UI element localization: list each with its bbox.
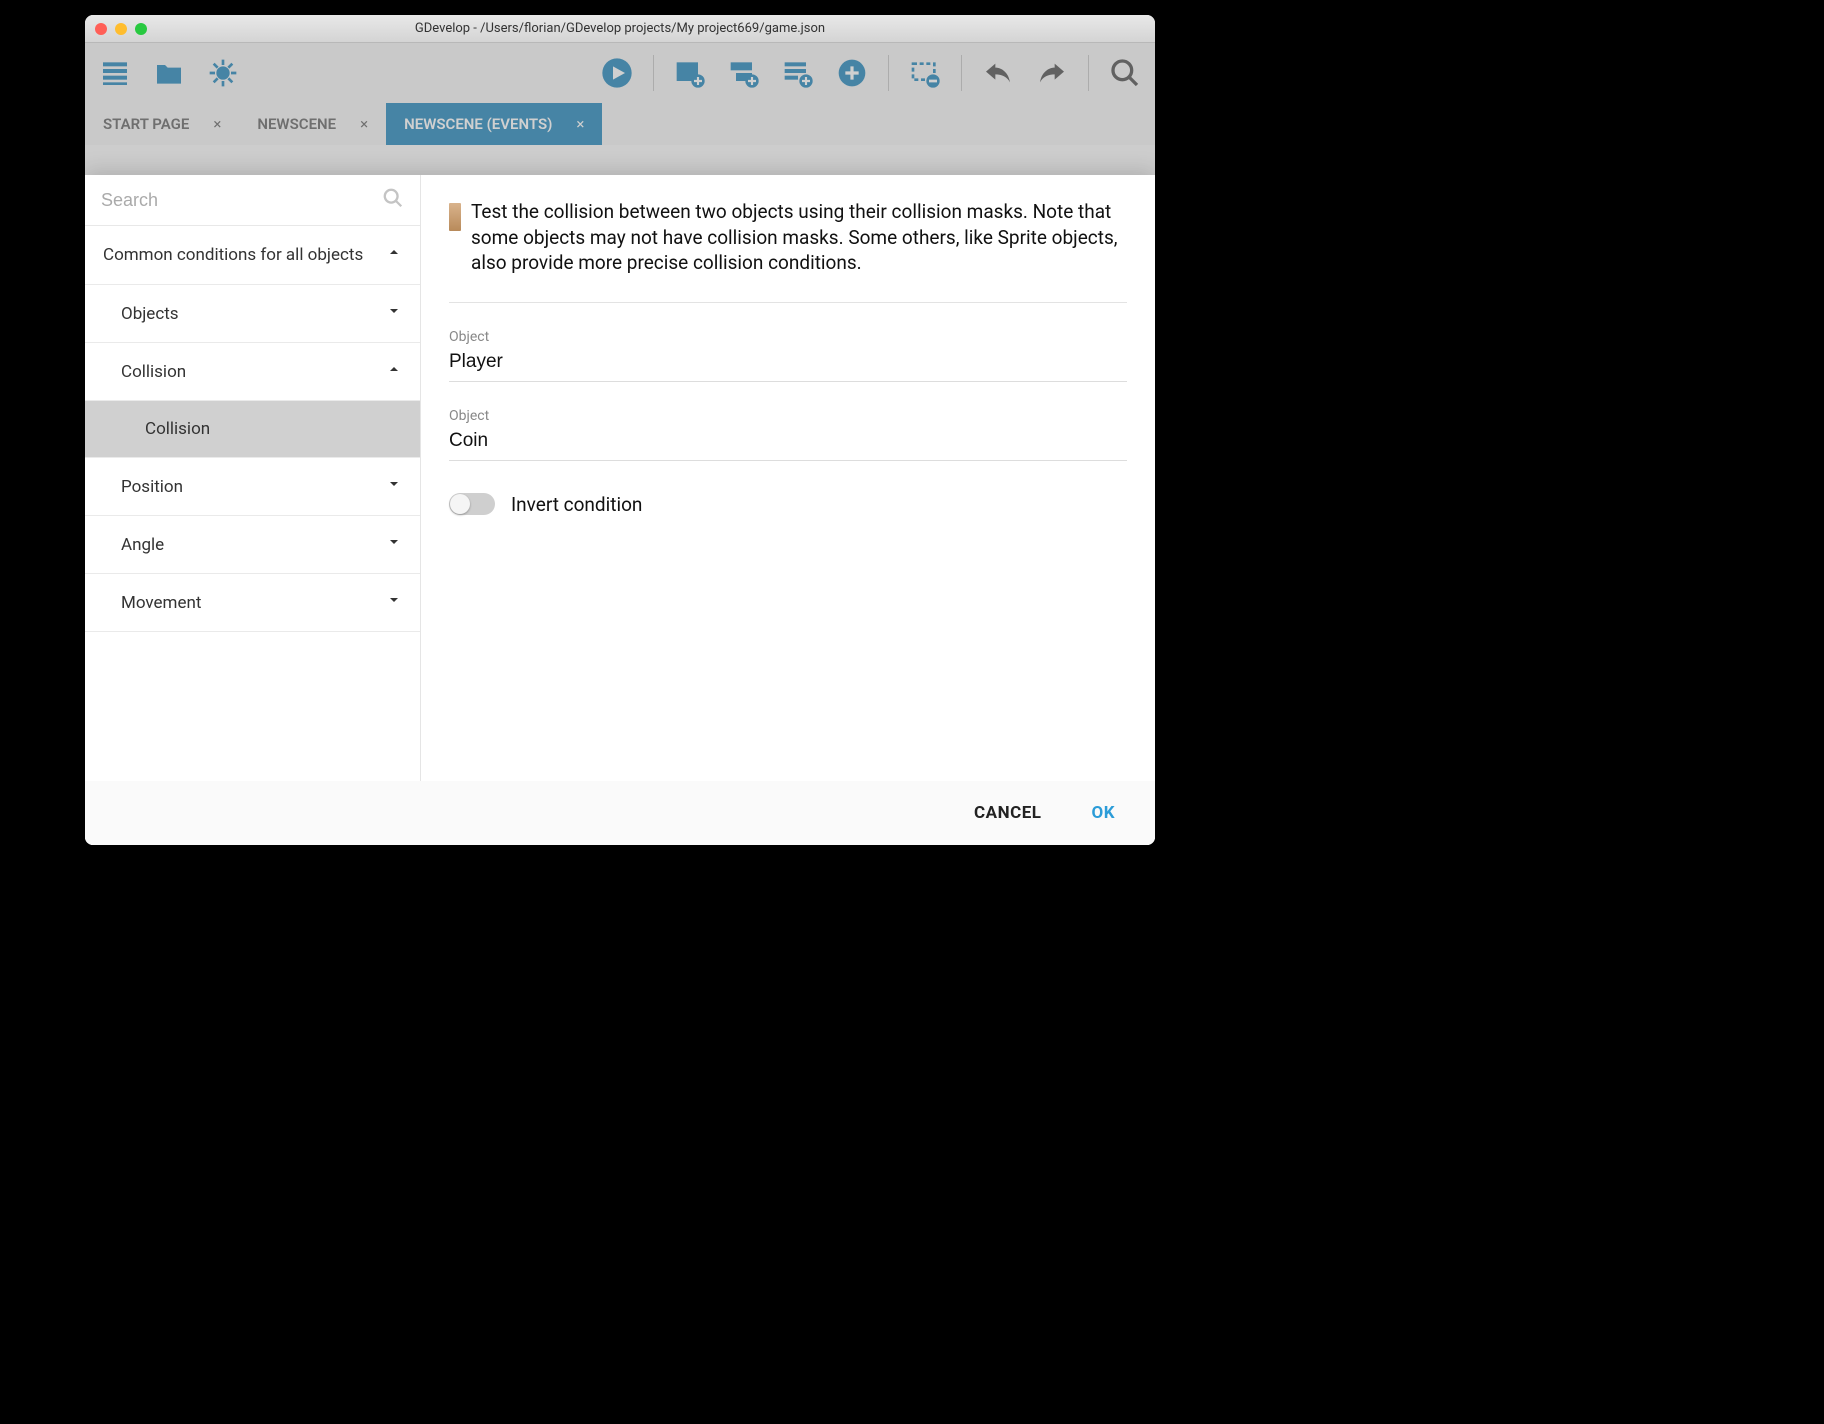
description-row: Test the collision between two objects u… xyxy=(449,199,1127,276)
condition-detail-pane: Test the collision between two objects u… xyxy=(421,175,1155,781)
invert-label: Invert condition xyxy=(511,493,642,516)
tree-item-collision-selected[interactable]: Collision xyxy=(85,401,420,458)
chevron-down-icon xyxy=(386,534,402,555)
search-wrapper xyxy=(85,175,420,226)
field-label: Object xyxy=(449,408,1127,424)
maximize-window-button[interactable] xyxy=(135,23,147,35)
object-1-input[interactable] xyxy=(449,347,1127,382)
tree-label: Common conditions for all objects xyxy=(103,245,363,266)
tree-item-angle[interactable]: Angle xyxy=(85,516,420,574)
field-object-2: Object xyxy=(449,408,1127,461)
tree-item-position[interactable]: Position xyxy=(85,458,420,516)
tree-label: Movement xyxy=(121,593,201,613)
minimize-window-button[interactable] xyxy=(115,23,127,35)
close-window-button[interactable] xyxy=(95,23,107,35)
tree-label: Objects xyxy=(121,304,179,324)
condition-icon xyxy=(449,203,461,231)
tree-item-collision[interactable]: Collision xyxy=(85,343,420,401)
condition-description: Test the collision between two objects u… xyxy=(471,199,1127,276)
dialog-footer: CANCEL OK xyxy=(85,781,1155,845)
condition-dialog: Common conditions for all objects Object… xyxy=(85,175,1155,845)
cancel-button[interactable]: CANCEL xyxy=(974,803,1041,823)
tree-group-common[interactable]: Common conditions for all objects xyxy=(85,226,420,285)
field-object-1: Object xyxy=(449,329,1127,382)
dialog-body: Common conditions for all objects Object… xyxy=(85,175,1155,781)
titlebar: GDevelop - /Users/florian/GDevelop proje… xyxy=(85,15,1155,43)
condition-tree: Common conditions for all objects Object… xyxy=(85,226,420,781)
chevron-up-icon xyxy=(386,244,402,266)
invert-toggle[interactable] xyxy=(449,493,495,515)
tree-item-movement[interactable]: Movement xyxy=(85,574,420,632)
traffic-lights xyxy=(95,23,147,35)
object-2-input[interactable] xyxy=(449,426,1127,461)
chevron-up-icon xyxy=(386,361,402,382)
divider xyxy=(449,302,1127,303)
ok-button[interactable]: OK xyxy=(1091,803,1115,823)
tree-label: Collision xyxy=(145,419,210,439)
app-window: GDevelop - /Users/florian/GDevelop proje… xyxy=(85,15,1155,845)
window-title: GDevelop - /Users/florian/GDevelop proje… xyxy=(85,21,1155,36)
condition-tree-pane: Common conditions for all objects Object… xyxy=(85,175,421,781)
tree-label: Collision xyxy=(121,362,186,382)
tree-label: Position xyxy=(121,477,183,497)
search-icon xyxy=(382,187,404,213)
search-input[interactable] xyxy=(101,190,382,211)
tree-item-objects[interactable]: Objects xyxy=(85,285,420,343)
field-label: Object xyxy=(449,329,1127,345)
tree-label: Angle xyxy=(121,535,164,555)
chevron-down-icon xyxy=(386,476,402,497)
invert-condition-row: Invert condition xyxy=(449,493,1127,516)
chevron-down-icon xyxy=(386,592,402,613)
chevron-down-icon xyxy=(386,303,402,324)
